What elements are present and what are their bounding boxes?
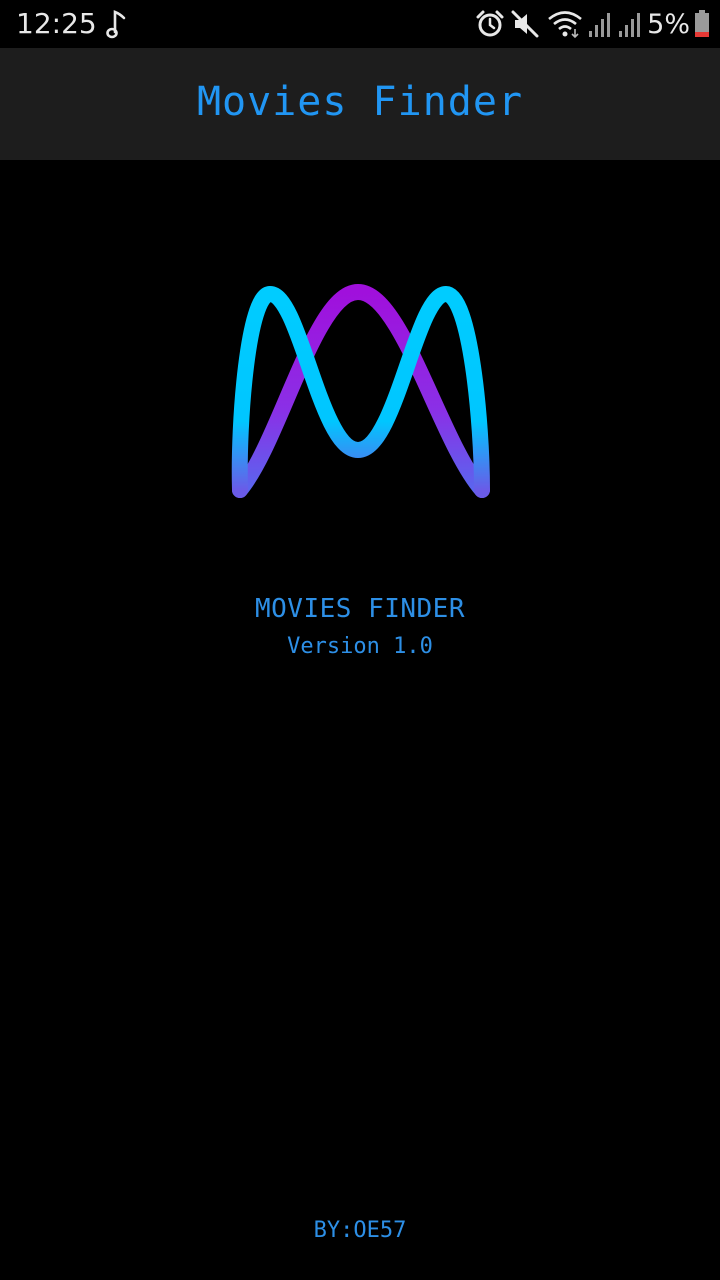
status-time: 12:25 xyxy=(16,7,97,40)
music-note-icon xyxy=(106,10,126,39)
app-bar: Movies Finder xyxy=(0,48,720,160)
splash-author: BY:OE57 xyxy=(313,1218,407,1243)
alarm-icon xyxy=(476,10,504,37)
battery-icon xyxy=(695,10,709,37)
app-bar-title: Movies Finder xyxy=(196,79,524,125)
signal-icon xyxy=(589,13,611,37)
status-bar: 12:25 5% xyxy=(0,0,720,48)
wifi-icon xyxy=(548,11,582,39)
status-icons: 5% xyxy=(475,6,710,42)
app-logo xyxy=(231,283,490,498)
splash-app-name: MOVIES FINDER xyxy=(255,594,465,624)
signal-icon xyxy=(619,13,641,37)
battery-percent: 5% xyxy=(647,8,690,40)
splash-version: Version 1.0 xyxy=(287,634,433,659)
mute-icon xyxy=(511,10,539,38)
